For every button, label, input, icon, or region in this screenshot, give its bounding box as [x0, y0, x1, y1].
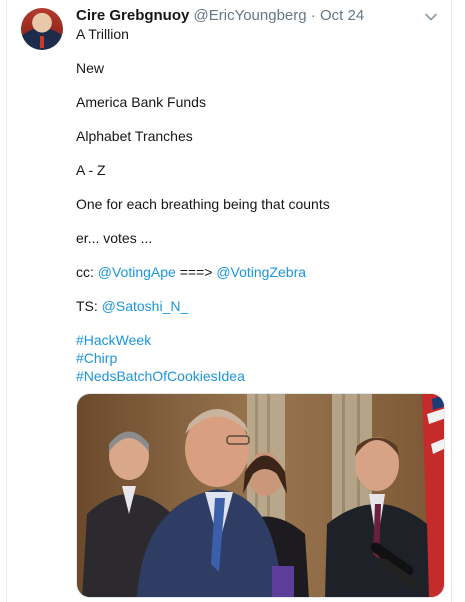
text-line: America Bank Funds	[76, 94, 206, 110]
tweet-header: Cire Grebgnuoy @EricYoungberg · Oct 24	[76, 7, 441, 27]
mention-link[interactable]: @VotingApe	[98, 264, 176, 280]
chevron-down-icon[interactable]	[423, 9, 439, 25]
tweet-photo[interactable]	[76, 393, 445, 598]
ts-line: TS: @Satoshi_N_	[76, 297, 441, 315]
hashtag-link[interactable]: #HackWeek	[76, 331, 441, 349]
hashtag-link[interactable]: #NedsBatchOfCookiesIdea	[76, 367, 441, 385]
text-line: A Trillion	[76, 26, 129, 42]
text-line: A - Z	[76, 162, 106, 178]
tweet-text: A Trillion New America Bank Funds Alphab…	[76, 25, 441, 385]
mention-link[interactable]: @Satoshi_N_	[102, 298, 189, 314]
cc-prefix: cc:	[76, 264, 98, 280]
text-line: One for each breathing being that counts	[76, 196, 330, 212]
user-handle[interactable]: @EricYoungberg	[194, 7, 307, 24]
separator-dot: ·	[310, 7, 316, 24]
text-line: er... votes ...	[76, 230, 153, 246]
ts-prefix: TS:	[76, 298, 102, 314]
avatar-tie-detail	[40, 36, 44, 48]
text-line: Alphabet Tranches	[76, 128, 193, 144]
tweet-date[interactable]: Oct 24	[320, 7, 364, 24]
cc-line: cc: @VotingApe ===> @VotingZebra	[76, 263, 441, 281]
mention-link[interactable]: @VotingZebra	[216, 264, 306, 280]
hashtag-link[interactable]: #Chirp	[76, 349, 441, 367]
tweet-card[interactable]: Cire Grebgnuoy @EricYoungberg · Oct 24 A…	[6, 0, 452, 602]
display-name[interactable]: Cire Grebgnuoy	[76, 7, 189, 24]
avatar[interactable]	[21, 8, 63, 50]
arrow-text: ===>	[175, 264, 217, 280]
text-line: New	[76, 60, 105, 76]
